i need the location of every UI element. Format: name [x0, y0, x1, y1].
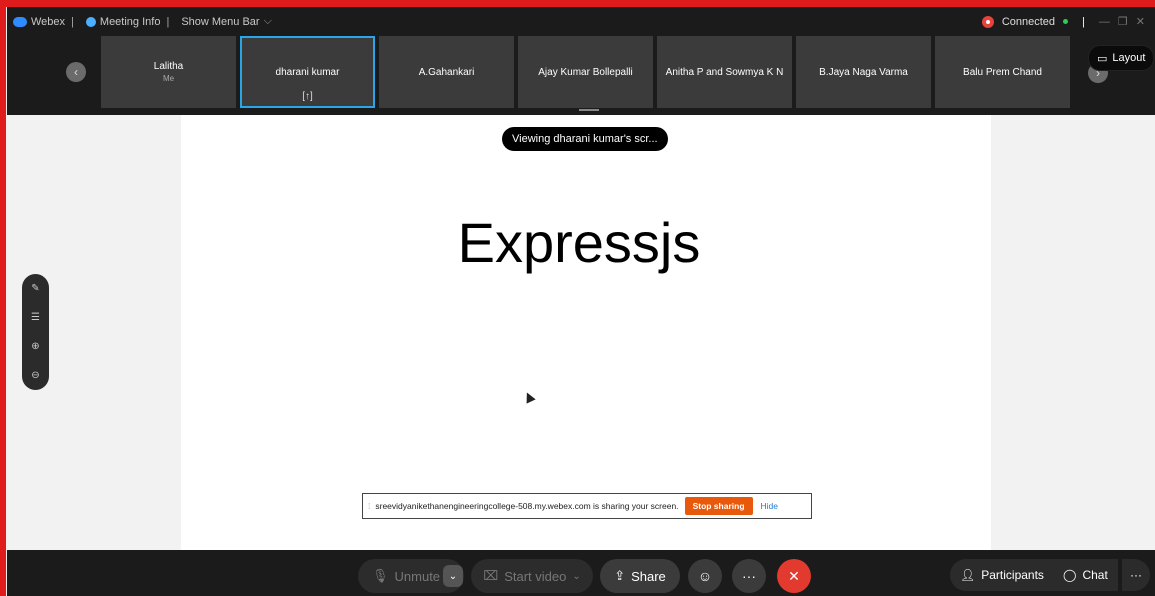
annotation-zoom-panel: ✎ ☰ ⊕ ⊖ — [22, 274, 49, 390]
end-call-button[interactable]: ✕ — [777, 559, 811, 593]
info-icon — [85, 16, 96, 27]
more-panels-button[interactable]: ··· — [1122, 559, 1150, 591]
meeting-controls-bar: 🎙︎ Unmute ⌄ ⌧ Start video ⌄ ⇪ Share ☺ ··… — [7, 550, 1155, 596]
audio-options-button[interactable]: ⌄ — [443, 565, 463, 587]
unmute-label: Unmute — [394, 568, 441, 584]
participant-name: A.Gahankari — [418, 66, 475, 78]
recording-icon — [981, 15, 994, 28]
share-icon: ⇪ — [614, 568, 626, 583]
hide-button[interactable]: Hide — [761, 501, 778, 511]
separator: | — [1082, 15, 1085, 28]
participant-tile[interactable]: Anitha P and Sowmya K N — [657, 36, 792, 108]
more-icon: ··· — [742, 568, 756, 584]
remote-control-icon[interactable]: ☰ — [31, 312, 40, 323]
minimize-icon[interactable]: — — [1099, 16, 1110, 28]
share-label: Share — [631, 568, 666, 584]
layout-label: Layout — [1112, 52, 1146, 64]
microphone-muted-icon: 🎙︎ — [372, 568, 389, 583]
connection-area: Connected | — ❐ ✕ — [981, 7, 1145, 36]
close-icon: ✕ — [788, 567, 800, 584]
chat-button[interactable]: ◯ Chat — [1053, 559, 1118, 591]
more-options-button[interactable]: ··· — [732, 559, 766, 593]
participant-tile[interactable]: Balu Prem Chand — [935, 36, 1070, 108]
separator: | — [71, 15, 74, 28]
participant-name: Lalitha — [153, 61, 184, 72]
stop-sharing-button[interactable]: Stop sharing — [684, 497, 753, 515]
slide-title: Expressjs — [457, 211, 701, 274]
start-video-label: Start video — [504, 568, 567, 584]
viewing-label: Viewing dharani kumar's scr... — [502, 127, 668, 151]
strip-prev-button[interactable]: ‹ — [66, 62, 86, 82]
chat-icon: ◯ — [1063, 568, 1077, 582]
app-name: Webex — [31, 15, 66, 28]
status-dot-icon — [1063, 19, 1069, 24]
video-off-icon: ⌧ — [483, 568, 499, 583]
zoom-in-icon[interactable]: ⊕ — [31, 341, 39, 352]
chevron-down-icon: ⌄ — [448, 570, 458, 582]
smiley-icon: ☺ — [697, 568, 713, 584]
participant-tile[interactable]: Lalitha Me — [101, 36, 236, 108]
participant-tile[interactable]: Ajay Kumar Bollepalli — [518, 36, 653, 108]
participant-name: Balu Prem Chand — [963, 66, 1042, 78]
participant-strip: ‹ Lalitha Me dharani kumar [↑] A.Gahanka… — [7, 36, 1155, 115]
connection-status: Connected — [1001, 15, 1056, 28]
chevron-left-icon: ‹ — [74, 65, 78, 79]
participant-name: Ajay Kumar Bollepalli — [538, 66, 633, 78]
participant-name: dharani kumar — [275, 66, 340, 78]
shared-slide — [181, 115, 991, 550]
title-bar: Webex | Meeting Info | Show Menu Bar ⌵ C… — [7, 7, 1155, 36]
show-menu-bar-label: Show Menu Bar — [181, 15, 260, 28]
share-button[interactable]: ⇪ Share — [600, 559, 680, 593]
sharing-notification-bar: ⁞ sreevidyanikethanengineeringcollege-50… — [362, 493, 812, 519]
chevron-down-icon: ⌄ — [572, 570, 581, 582]
separator: | — [166, 15, 170, 28]
participant-tile-active[interactable]: dharani kumar [↑] — [240, 36, 375, 108]
webex-logo-icon — [13, 16, 27, 27]
meeting-info-button[interactable]: Meeting Info — [85, 15, 161, 28]
shared-content-area — [7, 115, 1155, 550]
sharing-icon: [↑] — [302, 91, 313, 102]
chevron-down-icon: ⌵ — [263, 15, 272, 27]
participant-name: Anitha P and Sowmya K N — [665, 66, 784, 78]
more-icon: ··· — [1130, 568, 1142, 582]
participants-icon: 👤︎ — [960, 568, 976, 582]
participant-tile[interactable]: A.Gahankari — [379, 36, 514, 108]
show-menu-bar-button[interactable]: Show Menu Bar ⌵ — [181, 15, 272, 28]
sharing-notice-text: sreevidyanikethanengineeringcollege-508.… — [375, 501, 679, 511]
layout-button[interactable]: ▭ Layout — [1088, 45, 1155, 71]
webex-app[interactable]: Webex — [13, 16, 65, 28]
participant-name: B.Jaya Naga Varma — [819, 66, 908, 78]
start-video-button[interactable]: ⌧ Start video ⌄ — [471, 559, 593, 593]
layout-icon: ▭ — [1097, 52, 1108, 65]
restore-icon[interactable]: ❐ — [1118, 15, 1128, 28]
reactions-button[interactable]: ☺ — [688, 559, 722, 593]
participants-button[interactable]: 👤︎ Participants — [950, 559, 1054, 591]
close-icon[interactable]: ✕ — [1136, 15, 1145, 28]
chat-label: Chat — [1082, 568, 1108, 582]
meeting-info-label: Meeting Info — [99, 15, 161, 28]
participants-label: Participants — [981, 568, 1044, 582]
zoom-out-icon[interactable]: ⊖ — [31, 370, 39, 381]
strip-resize-handle[interactable] — [579, 109, 599, 111]
drag-handle-icon[interactable]: ⁞ — [368, 501, 370, 511]
participant-tile[interactable]: B.Jaya Naga Varma — [796, 36, 931, 108]
annotate-icon[interactable]: ✎ — [31, 283, 39, 294]
participant-sub: Me — [162, 74, 175, 83]
